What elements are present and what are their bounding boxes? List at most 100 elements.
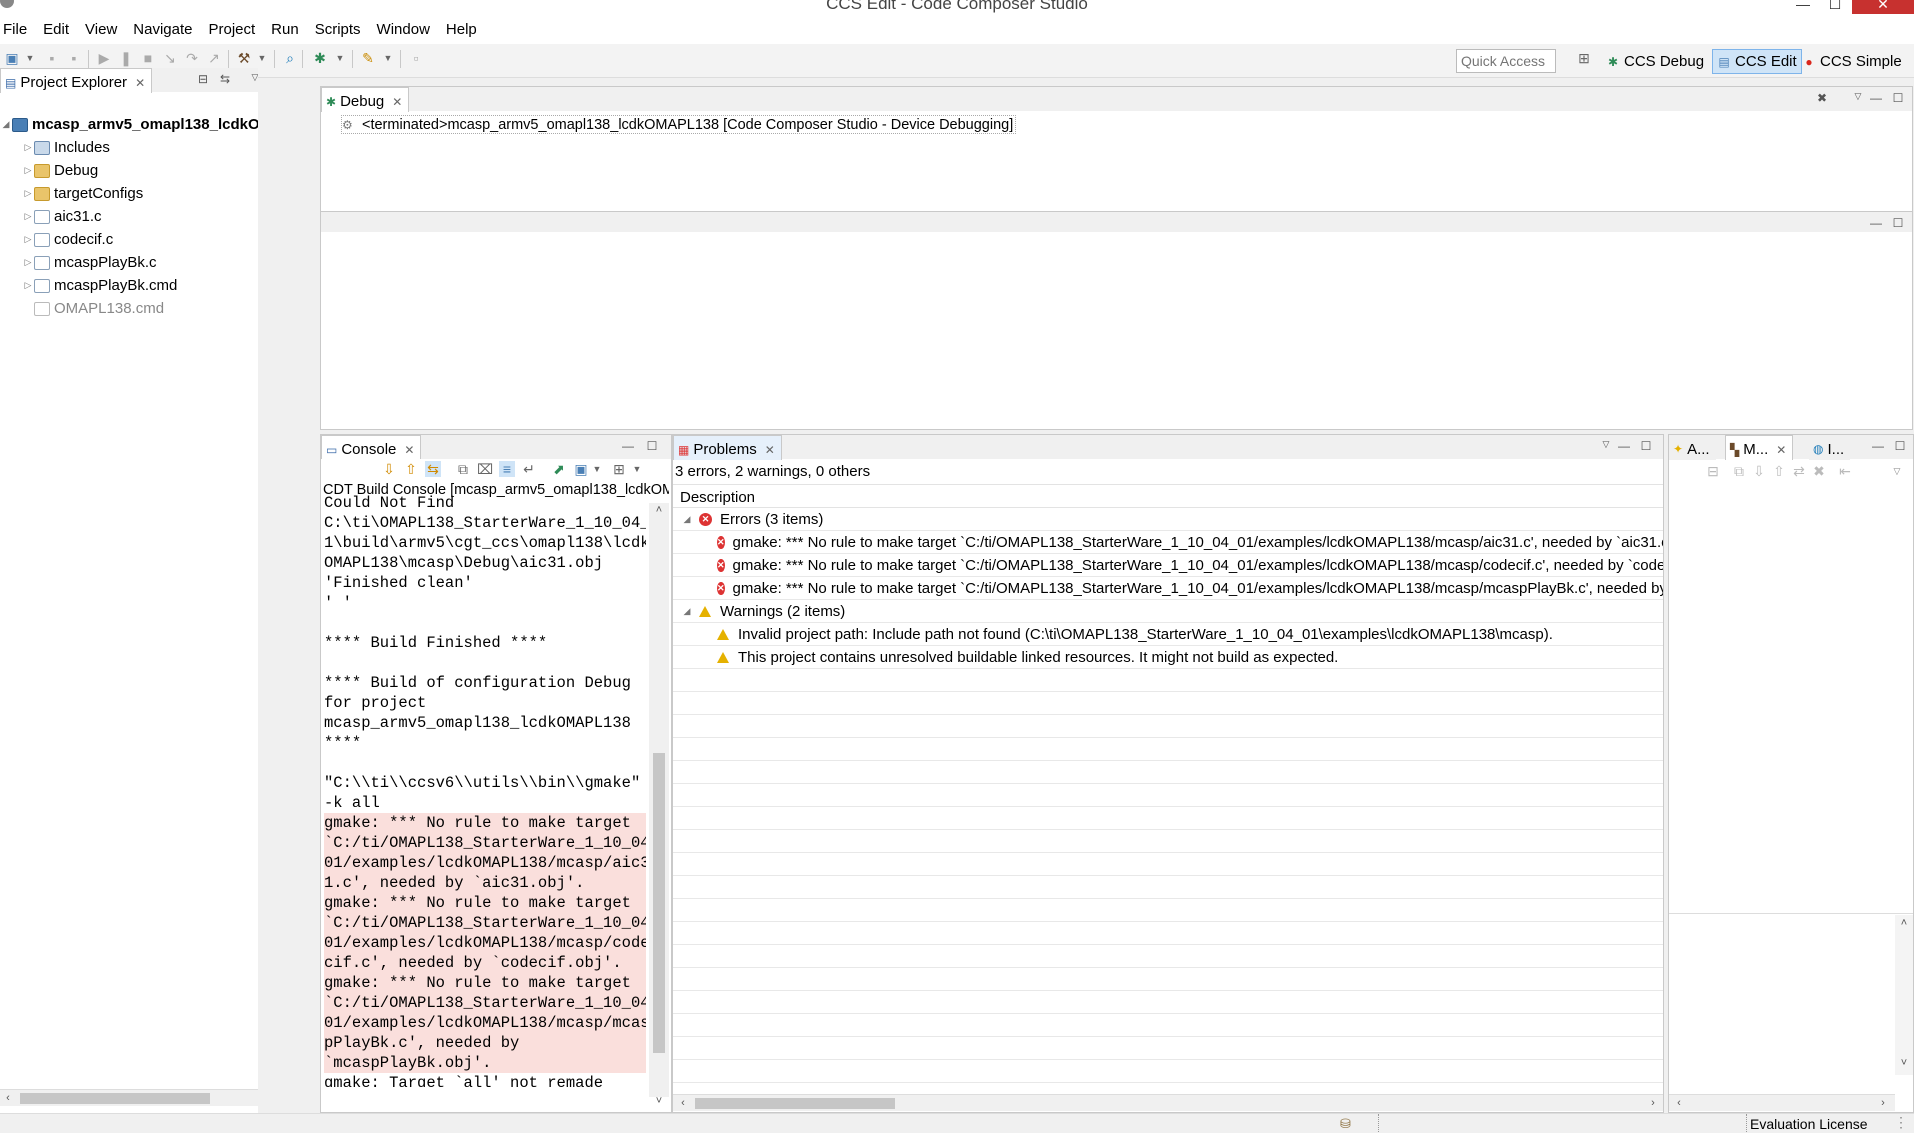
close-icon[interactable]: ✕ <box>1776 443 1786 457</box>
tab-console[interactable]: ▭ Console ✕ <box>321 435 422 460</box>
scroll-left-icon[interactable]: ‹ <box>675 1095 691 1111</box>
maximize-icon[interactable]: ☐ <box>1891 91 1905 105</box>
link-editor-icon[interactable]: ⇆ <box>218 72 232 86</box>
display-console-icon[interactable]: ▣ <box>573 461 589 477</box>
status-task-icon[interactable]: ⛁ <box>1340 1116 1351 1132</box>
scroll-lock-icon[interactable]: ≡ <box>499 461 515 477</box>
open-perspective-icon[interactable]: ⊞ <box>1576 50 1592 66</box>
console-output[interactable]: Could Not Find C:\ti\OMAPL138_StarterWare… <box>324 493 646 1087</box>
search-icon[interactable]: ⌕ <box>282 50 298 66</box>
expanded-arrow-icon[interactable]: ◢ <box>681 514 693 525</box>
maximize-button[interactable]: ☐ <box>1818 0 1852 14</box>
menu-help[interactable]: Help <box>438 21 485 38</box>
status-menu-icon[interactable]: ⋮ <box>1894 1114 1908 1131</box>
menu-window[interactable]: Window <box>369 21 438 38</box>
display-dropdown-icon[interactable]: ▼ <box>589 461 605 477</box>
export-icon[interactable]: ⇧ <box>1771 463 1787 479</box>
collapse-icon[interactable]: ⊟ <box>1705 463 1721 479</box>
scroll-right-icon[interactable]: › <box>1875 1095 1891 1111</box>
tree-item-aic31[interactable]: ▷ aic31.c <box>22 207 102 226</box>
new-dropdown-icon[interactable]: ▼ <box>22 50 38 66</box>
add-icon[interactable]: ⧉ <box>1731 463 1747 479</box>
tree-item-mcaspplaybk-c[interactable]: ▷ mcaspPlayBk.c <box>22 253 157 272</box>
minimize-icon[interactable]: — <box>1869 216 1883 230</box>
build-dropdown-icon[interactable]: ▼ <box>254 50 270 66</box>
tab-side-a[interactable]: ✦ A... <box>1669 435 1716 460</box>
scroll-thumb[interactable] <box>695 1098 895 1109</box>
previous-error-icon[interactable]: ⇧ <box>403 461 419 477</box>
scroll-up-icon[interactable]: ˄ <box>651 502 667 518</box>
scroll-left-icon[interactable]: ‹ <box>0 1090 16 1106</box>
scroll-up-icon[interactable]: ˄ <box>1896 915 1912 931</box>
terminate-icon[interactable]: ■ <box>140 50 156 66</box>
collapsed-arrow-icon[interactable]: ▷ <box>22 165 34 176</box>
close-icon[interactable]: ✕ <box>135 76 145 90</box>
view-menu-icon[interactable]: ▽ <box>1851 91 1865 102</box>
build-hammer-icon[interactable]: ⚒ <box>236 50 252 66</box>
maximize-icon[interactable]: ☐ <box>1893 439 1907 453</box>
menu-file[interactable]: File <box>0 21 35 38</box>
clear-console-icon[interactable]: ⌧ <box>477 461 493 477</box>
scroll-left-icon[interactable]: ‹ <box>1671 1095 1687 1111</box>
suspend-icon[interactable]: ❚ <box>118 50 134 66</box>
collapsed-arrow-icon[interactable]: ▷ <box>22 188 34 199</box>
menu-project[interactable]: Project <box>200 21 263 38</box>
collapsed-arrow-icon[interactable]: ▷ <box>22 142 34 153</box>
scroll-thumb[interactable] <box>653 753 665 1053</box>
copy-build-log-icon[interactable]: ⧉ <box>455 461 471 477</box>
expanded-arrow-icon[interactable]: ◢ <box>0 119 12 130</box>
collapsed-arrow-icon[interactable]: ▷ <box>22 211 34 222</box>
tab-project-explorer[interactable]: ▤ Project Explorer ✕ <box>0 68 153 93</box>
back-icon[interactable]: ⇤ <box>1837 463 1853 479</box>
outline-hscrollbar[interactable]: ‹ › <box>1669 1094 1895 1111</box>
problem-row[interactable]: Invalid project path: Include path not f… <box>673 623 1663 646</box>
collapsed-arrow-icon[interactable]: ▷ <box>22 257 34 268</box>
tab-problems[interactable]: ▦ Problems ✕ <box>673 435 782 460</box>
new-icon[interactable]: ▣ <box>4 50 20 66</box>
tab-debug[interactable]: ✱ Debug ✕ <box>321 87 410 112</box>
column-header-description[interactable]: Description <box>673 484 1663 508</box>
perspective-ccs-simple[interactable]: ● CCS Simple <box>1798 49 1906 74</box>
minimize-button[interactable]: — <box>1786 0 1820 14</box>
errors-group-row[interactable]: ◢ ✕ Errors (3 items) <box>673 508 1663 531</box>
tree-item-mcaspplaybk-cmd[interactable]: ▷ mcaspPlayBk.cmd <box>22 276 178 295</box>
menu-edit[interactable]: Edit <box>35 21 77 38</box>
minimize-icon[interactable]: — <box>1869 91 1883 105</box>
remove-terminated-icon[interactable]: ✖ <box>1815 91 1829 105</box>
flash-dropdown-icon[interactable]: ▼ <box>380 50 396 66</box>
step-return-icon[interactable]: ↗ <box>206 50 222 66</box>
menu-navigate[interactable]: Navigate <box>125 21 200 38</box>
minimize-icon[interactable]: — <box>621 439 635 453</box>
import-icon[interactable]: ⇩ <box>1751 463 1767 479</box>
scroll-right-icon[interactable]: › <box>1645 1095 1661 1111</box>
outline-vscrollbar[interactable]: ˄ ˅ <box>1895 915 1913 1075</box>
menu-scripts[interactable]: Scripts <box>307 21 369 38</box>
tree-project-root[interactable]: ◢ mcasp_armv5_omapl138_lcdkOMAPL13 <box>0 115 258 134</box>
save-icon[interactable]: ▪ <box>44 50 60 66</box>
problems-hscrollbar[interactable]: ‹ › <box>673 1094 1663 1111</box>
explorer-hscrollbar[interactable]: ‹ › <box>0 1089 258 1106</box>
link-icon[interactable]: ⇆ <box>425 461 441 477</box>
menu-view[interactable]: View <box>77 21 125 38</box>
flash-icon[interactable]: ✎ <box>360 50 376 66</box>
view-menu-icon[interactable]: ▽ <box>248 72 258 83</box>
maximize-icon[interactable]: ☐ <box>1891 216 1905 230</box>
menu-run[interactable]: Run <box>263 21 307 38</box>
tab-side-i[interactable]: ◍ I... <box>1809 435 1851 460</box>
misc-tool-icon[interactable]: ▫ <box>408 50 424 66</box>
scroll-down-icon[interactable]: ˅ <box>1896 1055 1912 1071</box>
scroll-thumb[interactable] <box>20 1093 210 1104</box>
close-icon[interactable]: ✕ <box>765 443 775 457</box>
minimize-icon[interactable]: — <box>1871 439 1885 453</box>
collapsed-arrow-icon[interactable]: ▷ <box>22 280 34 291</box>
problem-row[interactable]: This project contains unresolved buildab… <box>673 646 1663 669</box>
word-wrap-icon[interactable]: ↵ <box>521 461 537 477</box>
collapse-all-icon[interactable]: ⊟ <box>196 72 210 86</box>
maximize-icon[interactable]: ☐ <box>645 439 659 453</box>
collapsed-arrow-icon[interactable]: ▷ <box>22 234 34 245</box>
resume-icon[interactable]: ▶ <box>96 50 112 66</box>
scroll-down-icon[interactable]: ˅ <box>651 1093 667 1109</box>
perspective-ccs-debug[interactable]: ✱ CCS Debug <box>1602 49 1708 74</box>
tab-side-m[interactable]: ▚ M... ✕ <box>1725 435 1794 460</box>
problem-row[interactable]: ✕ gmake: *** No rule to make target `C:/… <box>673 577 1663 600</box>
